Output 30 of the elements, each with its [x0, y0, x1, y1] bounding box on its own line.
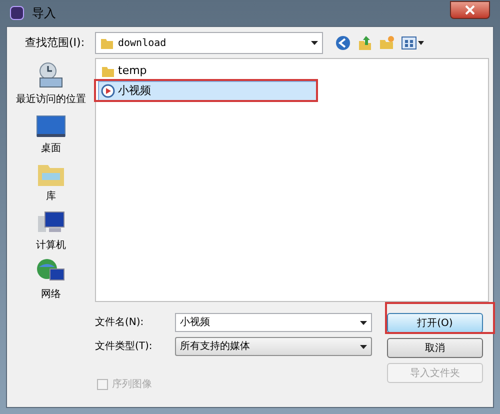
file-name-label: 文件名(N):	[95, 316, 145, 330]
folder-icon	[100, 36, 114, 50]
checkbox-label: 序列图像	[112, 378, 152, 392]
dropdown-arrow-icon	[360, 320, 367, 324]
place-item[interactable]: 计算机	[36, 208, 66, 254]
place-item[interactable]: 库	[36, 160, 66, 204]
video-file-icon	[101, 84, 115, 98]
dropdown-arrow-icon	[311, 41, 318, 45]
up-folder-icon[interactable]	[357, 35, 373, 51]
close-icon	[465, 5, 475, 15]
back-icon[interactable]	[335, 35, 351, 51]
file-item[interactable]: 小视频	[98, 81, 318, 101]
dialog-button[interactable]: 打开(O)	[387, 313, 483, 333]
look-in-dropdown[interactable]: download	[95, 32, 323, 54]
look-in-label: 查找范围(I):	[24, 34, 86, 51]
close-button[interactable]	[450, 1, 490, 19]
folder-icon	[101, 64, 115, 78]
place-item[interactable]: 桌面	[36, 111, 66, 156]
app-icon	[10, 6, 24, 20]
desktop-icon	[36, 114, 66, 139]
dropdown-arrow-icon	[360, 344, 367, 348]
file-name-field[interactable]: 小视频	[175, 313, 372, 332]
place-item[interactable]: 最近访问的位置	[16, 62, 86, 107]
place-item[interactable]: 网络	[36, 257, 66, 302]
file-item[interactable]: temp	[98, 61, 318, 81]
file-type-label: 文件类型(T):	[95, 340, 154, 354]
view-menu-icon[interactable]	[401, 36, 425, 50]
window-title: 导入	[32, 5, 56, 22]
dialog-button[interactable]: 取消	[387, 338, 483, 358]
file-type-dropdown[interactable]: 所有支持的媒体	[175, 337, 372, 356]
